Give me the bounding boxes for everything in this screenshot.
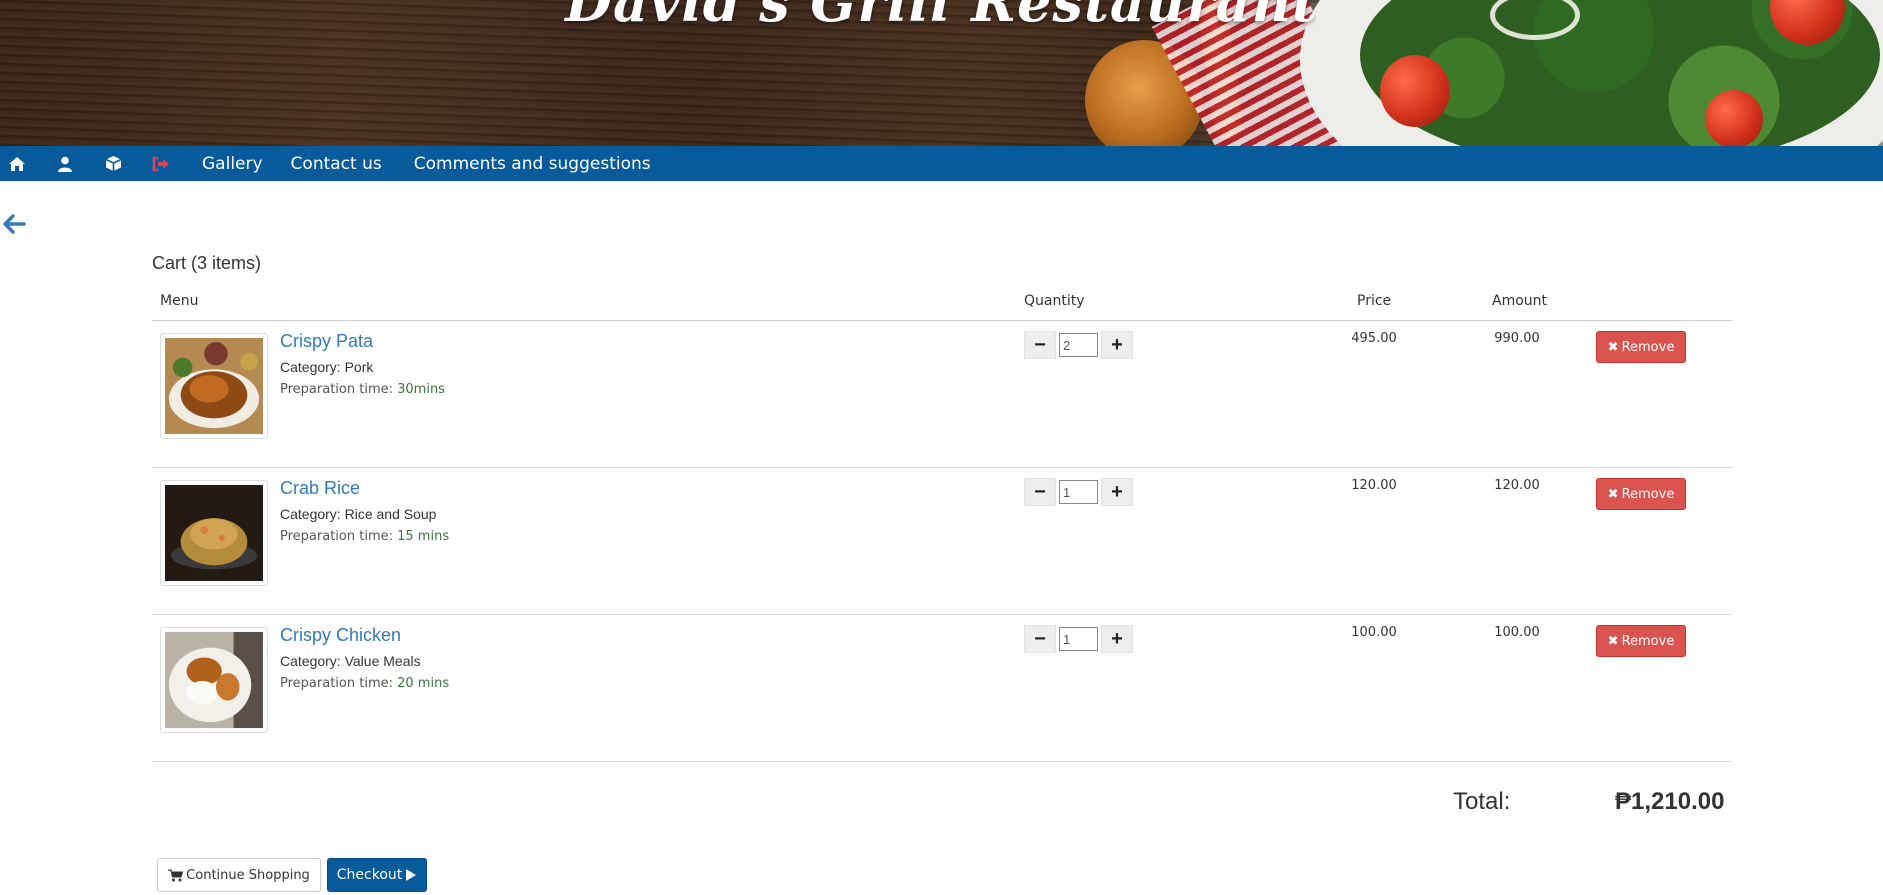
cart-row: Crispy Pata Category: Pork Preparation t… [152,321,1732,468]
decrease-quantity-button[interactable]: − [1024,625,1056,653]
quantity-stepper: − + [1024,625,1133,653]
item-image[interactable] [160,480,268,586]
item-price: 100.00 [1351,625,1397,640]
item-name[interactable]: Crab Rice [280,478,360,499]
quantity-input[interactable] [1059,627,1098,651]
quantity-input[interactable] [1059,480,1098,504]
home-icon[interactable] [6,153,28,175]
header-menu: Menu [160,293,199,309]
play-icon [406,869,417,881]
quantity-stepper: − + [1024,331,1133,359]
item-prep-time: Preparation time: 30mins [280,382,445,397]
nav-contact-us[interactable]: Contact us [291,154,382,174]
header-quantity: Quantity [1024,293,1085,309]
item-price: 495.00 [1351,331,1397,346]
close-icon: ✖ [1607,633,1619,649]
category-value: Rice and Soup [344,506,437,522]
checkout-button[interactable]: Checkout [327,858,427,892]
user-icon[interactable] [54,153,76,175]
remove-label: Remove [1621,486,1675,502]
category-label: Category: [280,506,341,522]
prep-label: Preparation time: [280,382,393,397]
item-category: Category: Value Meals [280,653,421,669]
prep-value: 15 mins [397,529,450,544]
logout-icon[interactable] [150,153,172,175]
item-name[interactable]: Crispy Pata [280,331,373,352]
decrease-quantity-button[interactable]: − [1024,478,1056,506]
banner-tomato [1380,55,1450,127]
total-value: ₱1,210.00 [1615,788,1725,815]
continue-shopping-button[interactable]: Continue Shopping [157,858,321,892]
cart-title: Cart (3 items) [152,253,262,273]
item-amount: 990.00 [1494,331,1540,346]
cart-table-header: Menu Quantity Price Amount [152,292,1732,321]
prep-value: 30mins [397,382,445,397]
total-label: Total: [1453,788,1511,815]
item-category: Category: Pork [280,359,373,375]
cart-row: Crab Rice Category: Rice and Soup Prepar… [152,468,1732,615]
remove-label: Remove [1621,633,1675,649]
main-navbar: Gallery Contact us Comments and suggesti… [0,146,1883,181]
category-value: Pork [344,359,374,375]
decrease-quantity-button[interactable]: − [1024,331,1056,359]
remove-button[interactable]: ✖ Remove [1596,478,1686,510]
checkout-label: Checkout [336,867,403,883]
item-name[interactable]: Crispy Chicken [280,625,401,646]
quantity-stepper: − + [1024,478,1133,506]
increase-quantity-button[interactable]: + [1101,625,1133,653]
site-title: David's Grill Restaurant [565,0,1318,34]
item-price: 120.00 [1351,478,1397,493]
banner-tomato [1705,90,1763,146]
nav-comments-suggestions[interactable]: Comments and suggestions [414,154,651,174]
quantity-input[interactable] [1059,333,1098,357]
item-prep-time: Preparation time: 20 mins [280,676,449,691]
increase-quantity-button[interactable]: + [1101,478,1133,506]
prep-label: Preparation time: [280,529,393,544]
cart-row: Crispy Chicken Category: Value Meals Pre… [152,615,1732,762]
category-value: Value Meals [344,653,421,669]
remove-label: Remove [1621,339,1675,355]
orders-box-icon[interactable] [102,153,124,175]
close-icon: ✖ [1607,486,1619,502]
header-amount: Amount [1492,293,1548,309]
category-label: Category: [280,359,341,375]
item-amount: 100.00 [1494,625,1540,640]
shopping-cart-icon [168,869,184,881]
remove-button[interactable]: ✖ Remove [1596,625,1686,657]
category-label: Category: [280,653,341,669]
prep-label: Preparation time: [280,676,393,691]
item-amount: 120.00 [1494,478,1540,493]
nav-gallery[interactable]: Gallery [202,154,263,174]
item-image[interactable] [160,333,268,439]
item-category: Category: Rice and Soup [280,506,436,522]
close-icon: ✖ [1607,339,1619,355]
header-banner: David's Grill Restaurant [0,0,1883,146]
back-arrow-icon[interactable] [2,212,26,236]
prep-value: 20 mins [397,676,450,691]
item-prep-time: Preparation time: 15 mins [280,529,449,544]
item-image[interactable] [160,627,268,733]
continue-shopping-label: Continue Shopping [186,867,310,883]
increase-quantity-button[interactable]: + [1101,331,1133,359]
remove-button[interactable]: ✖ Remove [1596,331,1686,363]
header-price: Price [1357,293,1392,309]
